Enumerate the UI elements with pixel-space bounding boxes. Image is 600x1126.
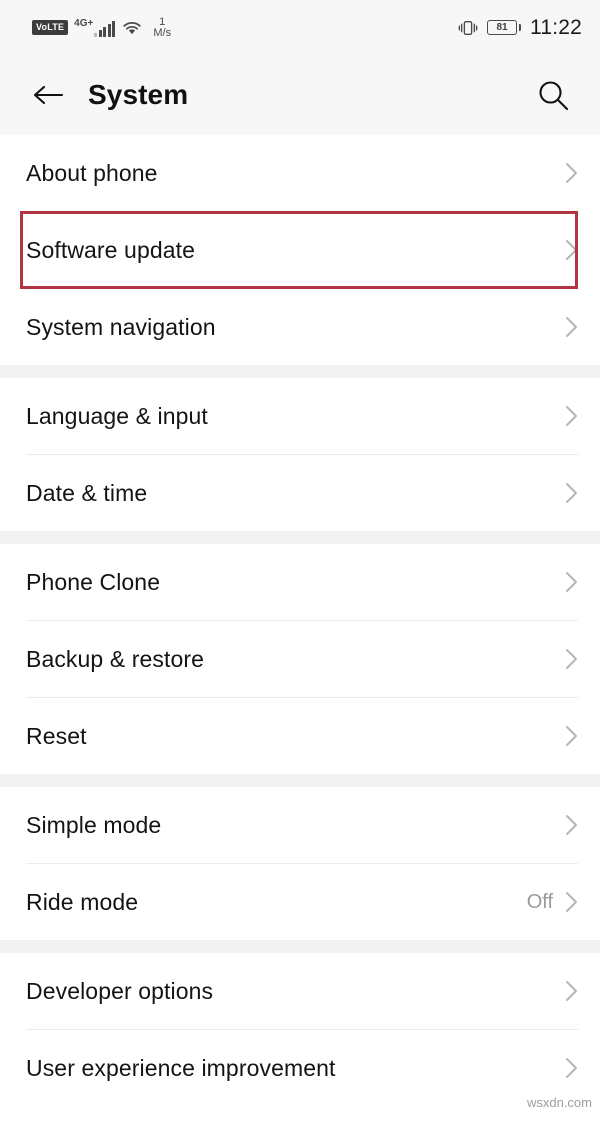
list-item-trailing — [565, 405, 578, 427]
settings-group: Developer options User experience improve… — [0, 953, 600, 1106]
settings-group: About phone Software update System navigat… — [0, 135, 600, 365]
status-bar-clock: 11:22 — [530, 15, 582, 39]
chevron-right-icon — [566, 815, 577, 835]
chevron-right-icon — [566, 240, 577, 260]
settings-group: Simple mode Ride mode Off — [0, 787, 600, 940]
chevron-right-icon — [566, 483, 577, 503]
list-item-label: Simple mode — [26, 811, 162, 838]
list-item[interactable]: Software update — [0, 212, 600, 288]
list-item[interactable]: Backup & restore — [0, 621, 600, 697]
list-item-wrapper: Date & time — [0, 455, 600, 531]
list-item[interactable]: Date & time — [0, 455, 600, 531]
search-button[interactable] — [530, 72, 576, 118]
list-item-label: About phone — [26, 159, 158, 186]
vibrate-icon — [458, 20, 478, 35]
list-item-label: User experience improvement — [26, 1054, 336, 1081]
list-item-label: Reset — [26, 722, 87, 749]
app-bar: System — [0, 55, 600, 135]
status-bar: VoLTE 4G+ 1 M/s 81 11:22 — [0, 0, 600, 55]
list-item-wrapper: Reset — [0, 698, 600, 774]
chevron-right-icon — [566, 406, 577, 426]
list-item-label: Software update — [26, 236, 196, 263]
back-arrow-icon — [33, 85, 64, 105]
list-item-trailing — [565, 725, 578, 747]
chevron-right-icon — [566, 572, 577, 592]
settings-group: Language & input Date & time — [0, 378, 600, 531]
list-item[interactable]: Simple mode — [0, 787, 600, 863]
group-separator — [0, 774, 600, 787]
chevron-right-icon — [566, 163, 577, 183]
list-item-wrapper: System navigation — [0, 289, 600, 365]
list-item-wrapper: Ride mode Off — [0, 864, 600, 940]
list-item-wrapper: Software update — [0, 211, 600, 289]
list-item[interactable]: System navigation — [0, 289, 600, 365]
list-item-trailing — [565, 239, 578, 261]
chevron-right-icon — [566, 981, 577, 1001]
list-item-wrapper: User experience improvement — [0, 1030, 600, 1106]
list-item[interactable]: Developer options — [0, 953, 600, 1029]
list-item-label: Language & input — [26, 402, 208, 429]
list-item-trailing — [565, 814, 578, 836]
status-bar-right: 81 11:22 — [458, 16, 582, 40]
list-item-value: Off — [526, 890, 553, 913]
watermark: wsxdn.com — [526, 1095, 592, 1110]
list-item-trailing — [565, 1057, 578, 1079]
network-speed-value: 1 — [159, 15, 166, 28]
network-speed-unit: M/s — [153, 26, 172, 39]
list-item[interactable]: Language & input — [0, 378, 600, 454]
battery-icon: 81 — [487, 20, 521, 35]
network-speed-indicator: 1 M/s — [153, 15, 172, 39]
list-item-trailing — [565, 980, 578, 1002]
list-item-label: Developer options — [26, 977, 214, 1004]
status-bar-left: VoLTE 4G+ 1 M/s — [32, 15, 172, 39]
settings-group: Phone Clone Backup & restore Reset — [0, 544, 600, 774]
search-icon — [539, 81, 569, 111]
list-item-label: Backup & restore — [26, 645, 205, 672]
list-item-label: Date & time — [26, 479, 148, 506]
chevron-right-icon — [566, 317, 577, 337]
list-item-wrapper: Language & input — [0, 378, 600, 454]
wifi-icon — [123, 21, 141, 35]
network-type-label: 4G+ — [74, 17, 94, 29]
list-item-trailing — [565, 162, 578, 184]
list-item-label: Ride mode — [26, 888, 139, 915]
settings-list: About phone Software update System navigat… — [0, 135, 600, 1126]
list-item-wrapper: Phone Clone — [0, 544, 600, 620]
list-item[interactable]: Reset — [0, 698, 600, 774]
chevron-right-icon — [566, 649, 577, 669]
list-item-label: Phone Clone — [26, 568, 161, 595]
list-item-trailing: Off — [527, 891, 578, 914]
chevron-right-icon — [566, 726, 577, 746]
battery-level-label: 81 — [496, 21, 508, 33]
list-item-wrapper: Simple mode — [0, 787, 600, 863]
group-separator — [0, 531, 600, 544]
group-separator — [0, 365, 600, 378]
list-item-trailing — [565, 571, 578, 593]
list-item[interactable]: Ride mode Off — [0, 864, 600, 940]
list-item[interactable]: User experience improvement — [0, 1030, 600, 1106]
list-item-wrapper: About phone — [0, 135, 600, 211]
list-item-label: System navigation — [26, 313, 216, 340]
list-item-wrapper: Developer options — [0, 953, 600, 1029]
list-item-trailing — [565, 316, 578, 338]
list-item-trailing — [565, 648, 578, 670]
group-separator — [0, 940, 600, 953]
list-item[interactable]: Phone Clone — [0, 544, 600, 620]
list-item-wrapper: Backup & restore — [0, 621, 600, 697]
chevron-right-icon — [566, 892, 577, 912]
volte-icon: VoLTE — [32, 20, 69, 35]
list-item[interactable]: About phone — [0, 135, 600, 211]
page-title: System — [88, 79, 189, 110]
list-item-trailing — [565, 482, 578, 504]
back-button[interactable] — [26, 73, 70, 117]
signal-bars-icon — [94, 20, 116, 37]
phone-screen: VoLTE 4G+ 1 M/s 81 11:22 System About ph… — [0, 0, 600, 1126]
chevron-right-icon — [566, 1058, 577, 1078]
mobile-signal-group: 4G+ — [74, 17, 116, 37]
